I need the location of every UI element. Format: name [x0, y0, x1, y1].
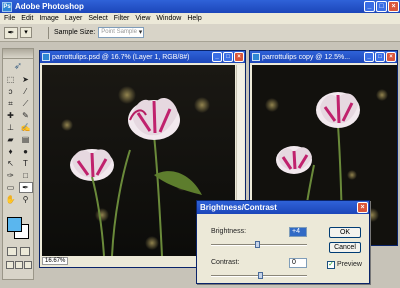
brightness-contrast-dialog[interactable]: Brightness/Contrast × Brightness: +4 Con… — [196, 200, 370, 284]
menu-filter[interactable]: Filter — [114, 15, 130, 22]
quick-mask-icon[interactable] — [20, 247, 30, 256]
app-title: Adobe Photoshop — [15, 2, 84, 11]
menu-select[interactable]: Select — [88, 15, 107, 22]
adobe-feather-icon[interactable]: ➶ — [3, 59, 33, 73]
crop-icon[interactable]: ⌗ — [4, 98, 18, 109]
hand-icon[interactable]: ✋ — [4, 194, 18, 205]
dialog-title-bar[interactable]: Brightness/Contrast × — [197, 201, 369, 214]
marquee-icon[interactable]: ⬚ — [4, 74, 18, 85]
dialog-close-button[interactable]: × — [357, 202, 368, 213]
contrast-input[interactable]: 0 — [289, 258, 307, 268]
toolbox-grip[interactable] — [3, 49, 33, 59]
doc1-close-button[interactable]: × — [234, 52, 244, 62]
brush-icon[interactable]: ✎ — [19, 110, 33, 121]
magic-wand-icon[interactable]: ⁄ — [19, 86, 33, 97]
tulip-flower-left — [70, 149, 114, 181]
menu-view[interactable]: View — [135, 15, 150, 22]
gradient-icon[interactable]: ▤ — [19, 134, 33, 145]
preview-checkbox[interactable]: ✓ — [327, 261, 335, 269]
clone-stamp-icon[interactable]: ⊥ — [4, 122, 18, 133]
screen-mode-standard-icon[interactable] — [6, 261, 14, 269]
type-icon[interactable]: T — [19, 158, 33, 169]
brightness-label: Brightness: — [211, 228, 247, 235]
sample-size-label: Sample Size: — [54, 29, 96, 36]
dodge-icon[interactable]: ● — [19, 146, 33, 157]
screen-mode-controls — [6, 261, 32, 269]
ok-button[interactable]: OK — [329, 227, 361, 238]
options-bar: ✒ ▾ Sample Size: Point Sample — [0, 24, 400, 42]
document-1-title: parrottulips.psd @ 16.7% (Layer 1, RGB/8… — [52, 53, 190, 61]
foreground-color-swatch[interactable] — [7, 217, 22, 232]
lasso-icon[interactable]: ↄ — [4, 86, 18, 97]
menu-file[interactable]: File — [4, 15, 15, 22]
blur-icon[interactable]: ♦ — [4, 146, 18, 157]
eraser-icon[interactable]: ▰ — [4, 134, 18, 145]
document-1-title-bar[interactable]: parrottulips.psd @ 16.7% (Layer 1, RGB/8… — [40, 51, 245, 63]
preview-label: Preview — [337, 261, 362, 268]
tulip-flower-right — [316, 92, 360, 128]
sample-size-select[interactable]: Point Sample — [98, 27, 145, 38]
brightness-input[interactable]: +4 — [289, 227, 307, 237]
options-separator — [48, 26, 49, 39]
notes-icon[interactable]: ▭ — [4, 182, 18, 193]
menu-help[interactable]: Help — [187, 15, 201, 22]
brightness-slider-thumb[interactable] — [255, 241, 260, 248]
document-icon — [42, 53, 50, 61]
close-button[interactable]: × — [388, 1, 399, 12]
path-select-icon[interactable]: ↖ — [4, 158, 18, 169]
eyedropper-tool[interactable]: ✒ — [18, 182, 33, 193]
photoshop-icon: Ps — [2, 1, 12, 12]
shape-icon[interactable]: □ — [19, 170, 33, 181]
screen-mode-menu-icon[interactable] — [15, 261, 23, 269]
eyedropper-icon[interactable]: ✒ — [4, 26, 18, 39]
menu-layer[interactable]: Layer — [65, 15, 83, 22]
document-2-title-bar[interactable]: parrottulips copy @ 12.5%... _ □ × — [250, 51, 397, 63]
app-title-bar: Ps Adobe Photoshop _ □ × — [0, 0, 400, 13]
cancel-button[interactable]: Cancel — [329, 242, 361, 253]
doc1-maximize-button[interactable]: □ — [223, 52, 233, 62]
minimize-button[interactable]: _ — [364, 1, 375, 12]
tool-preset-dropdown[interactable]: ▾ — [20, 27, 32, 38]
screen-mode-full-icon[interactable] — [24, 261, 32, 269]
maximize-button[interactable]: □ — [376, 1, 387, 12]
history-brush-icon[interactable]: ✍ — [19, 122, 33, 133]
document-icon — [252, 53, 260, 61]
document-2-title: parrottulips copy @ 12.5%... — [262, 53, 351, 61]
menu-bar: File Edit Image Layer Select Filter View… — [0, 13, 400, 24]
contrast-label: Contrast: — [211, 259, 240, 266]
standard-mode-icon[interactable] — [7, 247, 17, 256]
pen-icon[interactable]: ✑ — [4, 170, 18, 181]
document-1-zoom-field[interactable]: 16.67% — [42, 256, 69, 265]
tulip-flower-left — [276, 146, 312, 174]
quick-mask-controls — [7, 247, 30, 256]
dialog-title: Brightness/Contrast — [200, 203, 277, 212]
doc2-close-button[interactable]: × — [386, 52, 396, 62]
doc2-minimize-button[interactable]: _ — [364, 52, 374, 62]
slice-icon[interactable]: ⟋ — [19, 98, 33, 109]
doc2-maximize-button[interactable]: □ — [375, 52, 385, 62]
zoom-icon[interactable]: ⚲ — [19, 194, 33, 205]
menu-edit[interactable]: Edit — [21, 15, 33, 22]
toolbox: ➶ ⬚ ➤ ↄ ⁄ ⌗ ⟋ ✚ ✎ ⊥ ✍ ▰ ▤ ♦ ● ↖ T ✑ □ ▭ … — [2, 48, 34, 280]
healing-brush-icon[interactable]: ✚ — [4, 110, 18, 121]
menu-window[interactable]: Window — [156, 15, 181, 22]
contrast-slider-thumb[interactable] — [258, 272, 263, 279]
menu-image[interactable]: Image — [39, 15, 58, 22]
move-icon[interactable]: ➤ — [19, 74, 33, 85]
doc1-minimize-button[interactable]: _ — [212, 52, 222, 62]
